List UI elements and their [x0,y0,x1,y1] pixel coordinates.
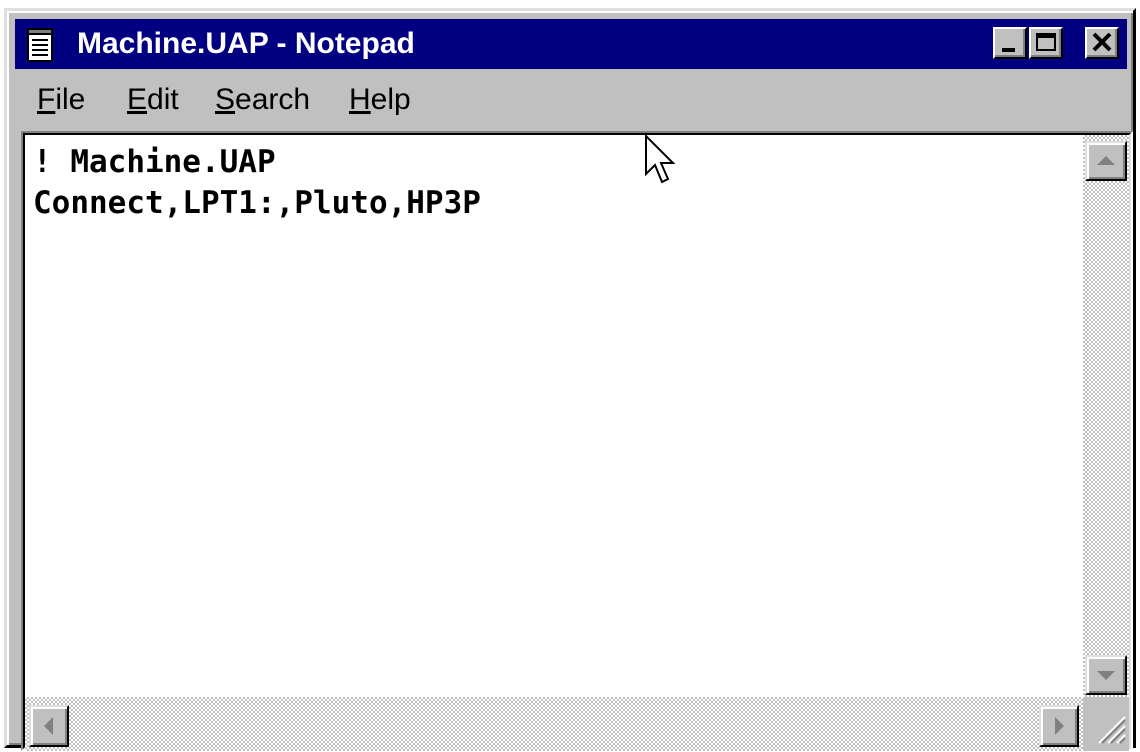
scroll-down-button[interactable] [1085,655,1127,695]
close-icon [1092,32,1112,52]
menu-edit[interactable]: Edit [127,83,179,117]
maximize-icon [1036,33,1056,51]
menu-search[interactable]: Search [215,83,310,117]
arrow-left-icon [44,717,53,735]
notepad-icon[interactable] [25,28,55,62]
arrow-right-icon [1055,717,1064,735]
window-title: Machine.UAP - Notepad [77,27,415,60]
text-line[interactable]: Connect,LPT1:,Pluto,HP3P [33,184,481,222]
close-button[interactable] [1085,27,1119,59]
minimize-button[interactable] [993,27,1027,59]
editor: ! Machine.UAP Connect,LPT1:,Pluto,HP3P [23,133,1131,751]
title-bar[interactable]: Machine.UAP - Notepad [15,19,1127,69]
minimize-icon [1002,48,1015,52]
resize-grip-icon [1098,716,1126,744]
horizontal-scrollbar[interactable] [25,697,1083,751]
editor-frame: ! Machine.UAP Connect,LPT1:,Pluto,HP3P [21,131,1133,751]
arrow-up-icon [1097,156,1115,165]
notepad-window: Machine.UAP - Notepad File Edit Search H… [4,8,1136,751]
menu-help[interactable]: Help [349,83,411,117]
resize-grip[interactable] [1083,697,1129,751]
menu-bar: File Edit Search Help [15,77,1127,123]
maximize-button[interactable] [1029,27,1063,59]
scroll-up-button[interactable] [1085,141,1127,181]
text-line[interactable]: ! Machine.UAP [33,143,276,181]
scroll-right-button[interactable] [1039,705,1079,747]
text-area[interactable]: ! Machine.UAP Connect,LPT1:,Pluto,HP3P [25,135,1083,697]
arrow-down-icon [1097,671,1115,680]
scroll-left-button[interactable] [29,705,69,747]
menu-file[interactable]: File [37,83,85,117]
vertical-scrollbar[interactable] [1083,135,1129,697]
